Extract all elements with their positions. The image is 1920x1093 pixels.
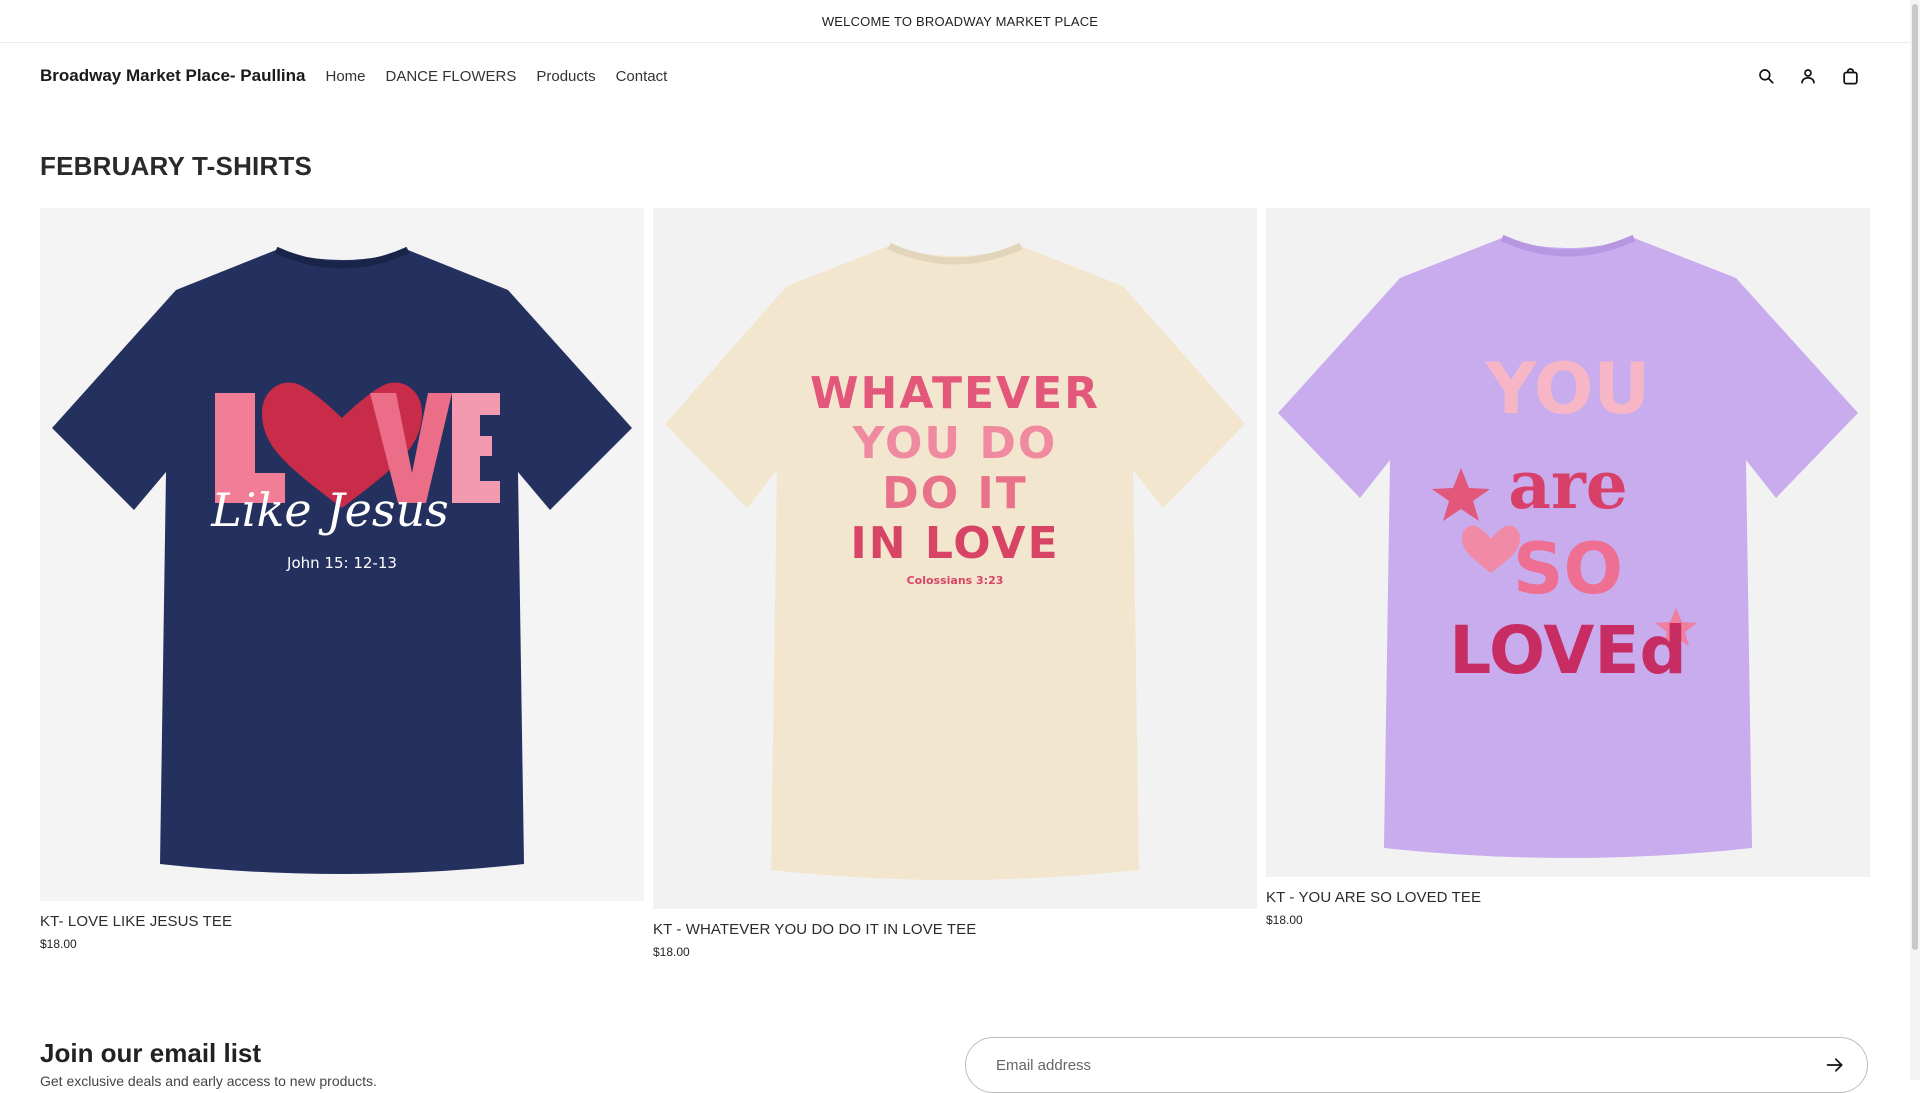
nav-home[interactable]: Home (326, 68, 366, 85)
subscribe-button[interactable] (1823, 1053, 1847, 1077)
newsletter-section: Join our email list Get exclusive deals … (40, 1030, 1870, 1093)
nav-dance-flowers[interactable]: DANCE FLOWERS (386, 68, 517, 85)
print-line: YOU (1485, 348, 1651, 430)
print-line: DO IT (882, 468, 1028, 519)
print-line: SO (1513, 528, 1623, 610)
tshirt-image: YOU are SO LOVEd (1278, 234, 1858, 858)
product-image[interactable]: WHATEVER YOU DO DO IT IN LOVE Colossians… (653, 208, 1257, 909)
announcement-text: WELCOME TO BROADWAY MARKET PLACE (821, 13, 1099, 29)
tshirt-image: Like Jesus John 15: 12-13 (52, 246, 632, 874)
print-line: are (1508, 446, 1628, 524)
print-line: LOVEd (1449, 612, 1686, 689)
email-input[interactable] (994, 1055, 1805, 1075)
collection-title: FEBRUARY T-SHIRTS (40, 151, 313, 181)
search-icon (1759, 69, 1774, 84)
header-icons (1736, 64, 1862, 88)
print-line: YOU DO (852, 418, 1058, 469)
print-reference-text: Colossians 3:23 (907, 574, 1004, 587)
product-price: $18.00 (1266, 913, 1303, 927)
site-header: Broadway Market Place- Paullina Home DAN… (0, 43, 1920, 109)
product-price: $18.00 (40, 937, 77, 951)
nav-products[interactable]: Products (536, 68, 595, 85)
product-card[interactable]: WHATEVER YOU DO DO IT IN LOVE Colossians… (653, 208, 1257, 959)
product-card[interactable]: Like Jesus John 15: 12-13 KT- LOVE LIKE … (40, 208, 644, 951)
main-nav: Home DANCE FLOWERS Products Contact (326, 68, 688, 85)
page-scrollbar[interactable] (1910, 0, 1920, 1080)
account-button[interactable] (1796, 64, 1820, 88)
product-title[interactable]: KT - WHATEVER YOU DO DO IT IN LOVE TEE (653, 921, 1257, 938)
print-line: WHATEVER (810, 368, 1100, 419)
product-title[interactable]: KT- LOVE LIKE JESUS TEE (40, 913, 644, 930)
scrollbar-thumb[interactable] (1912, 4, 1918, 950)
announcement-bar: WELCOME TO BROADWAY MARKET PLACE (0, 0, 1920, 43)
cart-button[interactable] (1838, 64, 1862, 88)
newsletter-form (965, 1037, 1868, 1093)
print-line: IN LOVE (850, 518, 1059, 569)
account-icon (1801, 69, 1815, 84)
nav-contact[interactable]: Contact (616, 68, 668, 85)
product-price: $18.00 (653, 945, 690, 959)
search-button[interactable] (1754, 64, 1778, 88)
brand-logo-link[interactable]: Broadway Market Place- Paullina (40, 66, 306, 86)
product-title[interactable]: KT - YOU ARE SO LOVED TEE (1266, 889, 1870, 906)
arrow-right-icon (1826, 1058, 1843, 1072)
print-reference-text: John 15: 12-13 (286, 554, 397, 572)
tshirt-image: WHATEVER YOU DO DO IT IN LOVE Colossians… (665, 242, 1245, 880)
product-image[interactable]: YOU are SO LOVEd (1266, 208, 1870, 877)
product-card[interactable]: YOU are SO LOVEd KT - YOU ARE SO LOVED T… (1266, 208, 1870, 927)
print-script-text: Like Jesus (210, 483, 448, 537)
product-image[interactable]: Like Jesus John 15: 12-13 (40, 208, 644, 901)
cart-icon (1842, 67, 1858, 84)
